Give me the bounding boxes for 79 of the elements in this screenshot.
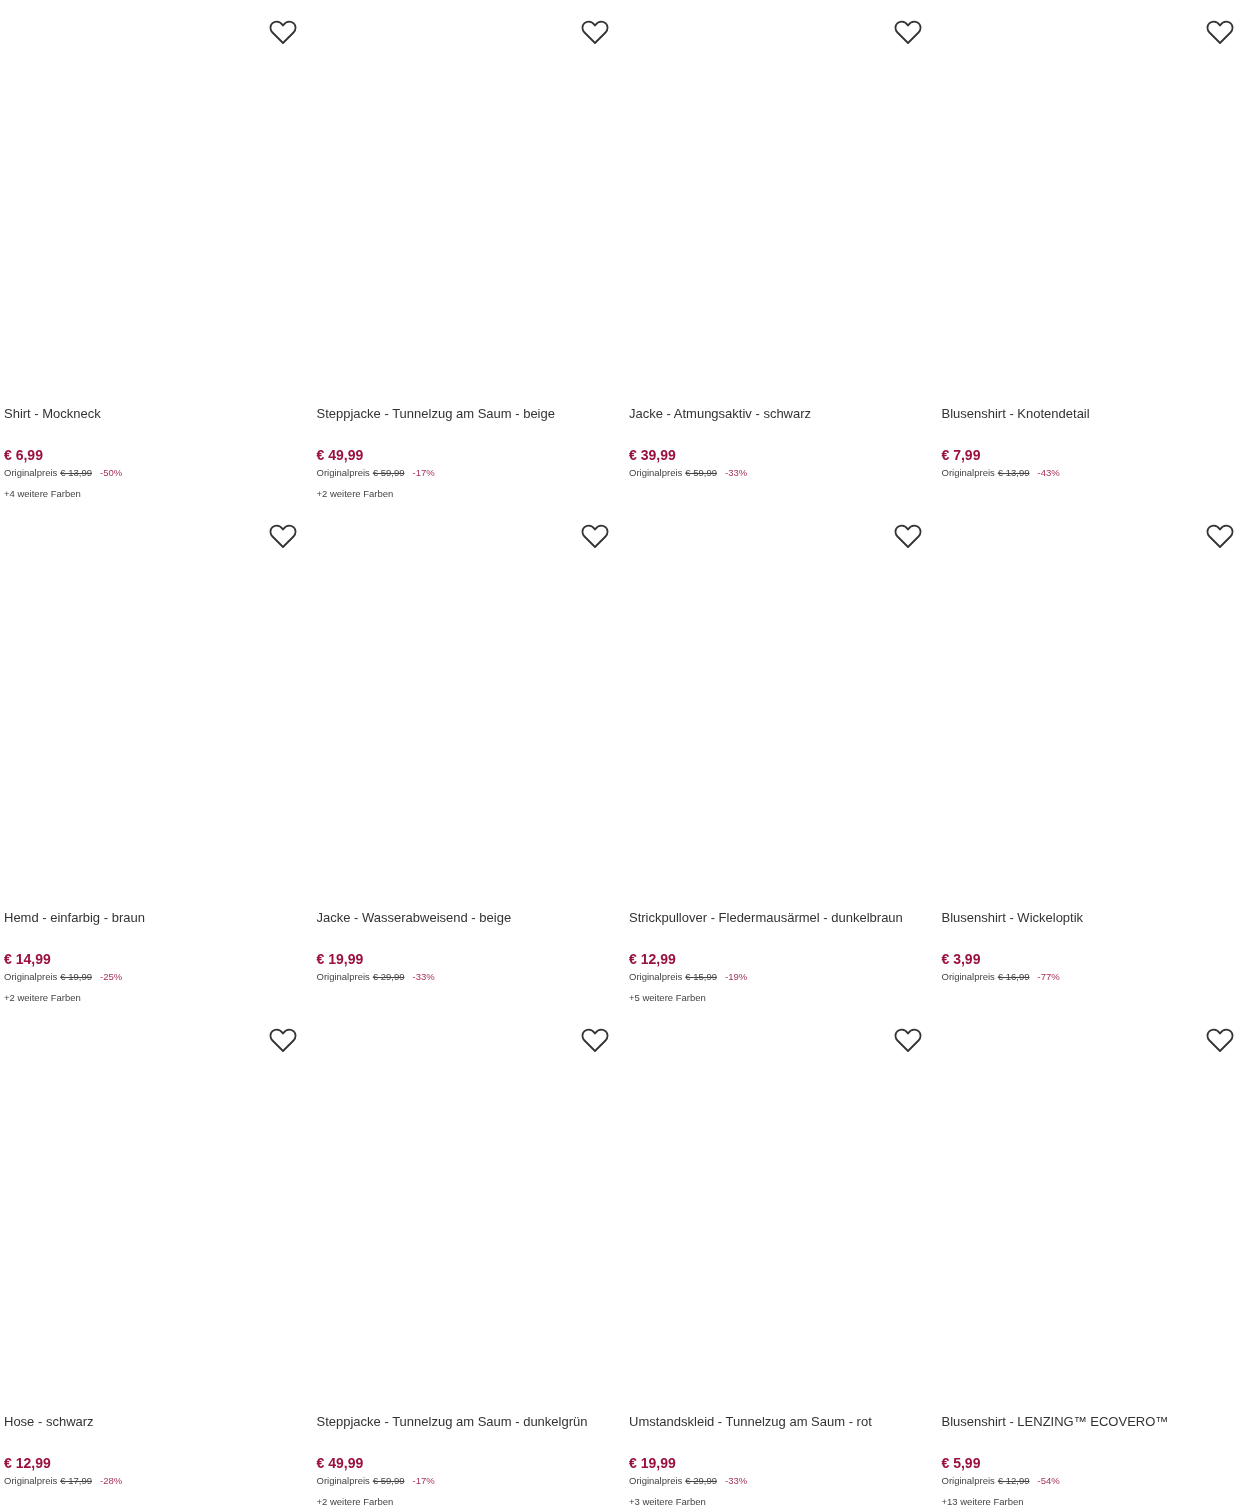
product-title[interactable]: Umstandskleid - Tunnelzug am Saum - rot <box>629 1406 872 1432</box>
discount-percent: -54% <box>1037 1474 1060 1488</box>
original-price-label: Originalpreis <box>4 970 58 984</box>
discount-percent: -28% <box>100 1474 123 1488</box>
sale-price: € 39,99 <box>629 446 676 464</box>
more-colors-link[interactable]: +2 weitere Farben <box>316 486 394 502</box>
product-title[interactable]: Steppjacke - Tunnelzug am Saum - dunkelgrün <box>316 1406 588 1432</box>
original-price-label: Originalpreis <box>941 466 995 480</box>
product-title[interactable]: Jacke - Wasserabweisend - beige <box>316 902 512 928</box>
original-price: € 19,99 <box>60 970 93 984</box>
original-price-label: Originalpreis <box>629 970 683 984</box>
original-price: € 29,99 <box>372 970 405 984</box>
sale-price: € 19,99 <box>629 1454 676 1472</box>
heart-icon[interactable] <box>268 1028 297 1053</box>
original-price-label: Originalpreis <box>941 970 995 984</box>
sale-price: € 12,99 <box>629 950 676 968</box>
sale-price: € 14,99 <box>4 950 51 968</box>
discount-percent: -33% <box>725 1474 748 1488</box>
product-title[interactable]: Blusenshirt - Wickeloptik <box>941 902 1084 928</box>
more-colors-link[interactable]: +2 weitere Farben <box>4 990 81 1006</box>
discount-percent: -33% <box>412 970 435 984</box>
original-price-label: Originalpreis <box>629 466 683 480</box>
discount-percent: -17% <box>412 1474 435 1488</box>
product-title[interactable]: Hose - schwarz <box>4 1406 94 1432</box>
original-price: € 12,99 <box>997 1474 1030 1488</box>
heart-icon[interactable] <box>581 20 609 45</box>
sale-price: € 49,99 <box>316 446 364 464</box>
heart-icon[interactable] <box>581 524 609 549</box>
original-price-label: Originalpreis <box>629 1474 683 1488</box>
heart-icon[interactable] <box>893 20 922 45</box>
original-price-label: Originalpreis <box>4 466 58 480</box>
more-colors-link[interactable]: +4 weitere Farben <box>4 486 81 502</box>
more-colors-link[interactable]: +3 weitere Farben <box>629 1494 706 1510</box>
original-price: € 13,99 <box>60 466 93 480</box>
heart-icon[interactable] <box>893 524 922 549</box>
sale-price: € 3,99 <box>941 950 981 968</box>
sale-price: € 6,99 <box>4 446 43 464</box>
sale-price: € 5,99 <box>941 1454 981 1472</box>
original-price-label: Originalpreis <box>316 970 370 984</box>
more-colors-link[interactable]: +5 weitere Farben <box>629 990 706 1006</box>
discount-percent: -19% <box>725 970 748 984</box>
original-price: € 29,99 <box>685 1474 718 1488</box>
sale-price: € 7,99 <box>941 446 981 464</box>
original-price: € 13,99 <box>997 466 1030 480</box>
original-price-label: Originalpreis <box>316 466 370 480</box>
discount-percent: -50% <box>100 466 123 480</box>
sale-price: € 19,99 <box>316 950 364 968</box>
heart-icon[interactable] <box>1206 20 1234 45</box>
heart-icon[interactable] <box>893 1028 922 1053</box>
original-price: € 59,99 <box>372 1474 405 1488</box>
product-title[interactable]: Hemd - einfarbig - braun <box>4 902 145 928</box>
original-price: € 15,99 <box>685 970 718 984</box>
product-title[interactable]: Blusenshirt - LENZING™ ECOVERO™ <box>941 1406 1169 1432</box>
product-title[interactable]: Steppjacke - Tunnelzug am Saum - beige <box>316 398 555 424</box>
more-colors-link[interactable]: +13 weitere Farben <box>941 1494 1024 1510</box>
original-price: € 59,99 <box>372 466 405 480</box>
discount-percent: -17% <box>412 466 435 480</box>
original-price-label: Originalpreis <box>316 1474 370 1488</box>
product-title[interactable]: Blusenshirt - Knotendetail <box>941 398 1090 424</box>
heart-icon[interactable] <box>268 20 297 45</box>
product-title[interactable]: Strickpullover - Fledermausärmel - dunkelbraun <box>629 902 903 928</box>
discount-percent: -33% <box>725 466 748 480</box>
sale-price: € 12,99 <box>4 1454 51 1472</box>
heart-icon[interactable] <box>268 524 297 549</box>
discount-percent: -77% <box>1037 970 1060 984</box>
product-title[interactable]: Shirt - Mockneck <box>4 398 101 424</box>
discount-percent: -25% <box>100 970 123 984</box>
product-title[interactable]: Jacke - Atmungsaktiv - schwarz <box>629 398 812 424</box>
heart-icon[interactable] <box>581 1028 609 1053</box>
original-price-label: Originalpreis <box>4 1474 58 1488</box>
more-colors-link[interactable]: +2 weitere Farben <box>316 1494 394 1510</box>
original-price: € 59,99 <box>685 466 718 480</box>
heart-icon[interactable] <box>1206 1028 1234 1053</box>
original-price-label: Originalpreis <box>941 1474 995 1488</box>
heart-icon[interactable] <box>1206 524 1234 549</box>
original-price: € 16,99 <box>997 970 1030 984</box>
sale-price: € 49,99 <box>316 1454 364 1472</box>
original-price: € 17,99 <box>60 1474 93 1488</box>
discount-percent: -43% <box>1037 466 1060 480</box>
